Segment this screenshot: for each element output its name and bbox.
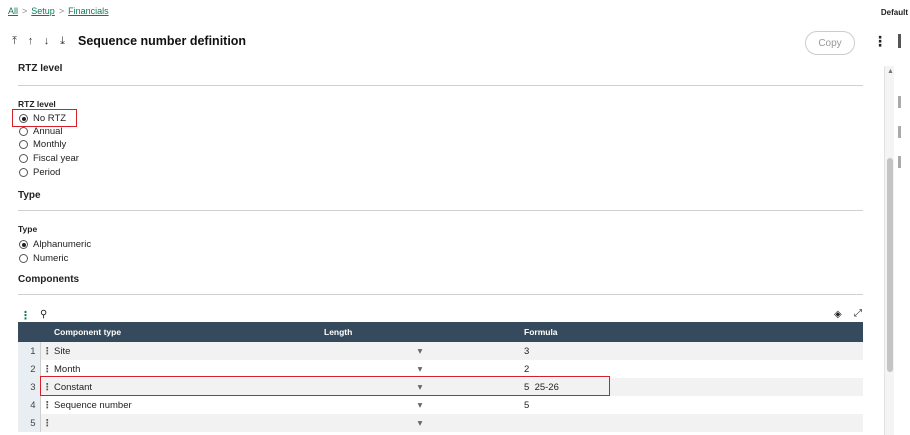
cell-component-type[interactable]: Sequence number [50,396,320,414]
title-bar: ⤒ ↑ ↓ ⤓ Sequence number definition [8,34,246,48]
cell-component-type[interactable] [50,414,320,432]
main-content: RTZ level RTZ level No RTZ Annual Monthl… [8,64,872,435]
radio-unselected-icon [19,154,28,163]
radio-alphanumeric[interactable]: Alphanumeric [19,239,91,250]
cell-component-type[interactable]: Site [50,342,320,360]
breadcrumb-separator: > [58,6,65,16]
previous-record-icon[interactable]: ↑ [24,35,37,47]
copy-button[interactable]: Copy [805,31,855,55]
breadcrumb-setup[interactable]: Setup [31,6,55,16]
search-icon[interactable]: ⚲ [40,309,47,320]
radio-label: Period [33,167,61,178]
divider [18,210,863,211]
expand-icon[interactable]: ⤢ [854,308,862,319]
radio-numeric[interactable]: Numeric [19,253,68,264]
divider [18,85,863,86]
header-length[interactable]: Length [320,322,520,342]
radio-unselected-icon [19,140,28,149]
default-label[interactable]: Default [881,8,908,17]
breadcrumb-financials[interactable]: Financials [68,6,109,16]
rtz-level-label: RTZ level [18,99,56,109]
cell-length-formula[interactable]: 3 [520,342,863,360]
table-row[interactable]: 4 ⋮ Sequence number ▾ 5 [18,396,863,414]
radio-label: Annual [33,126,63,137]
scroll-up-icon[interactable]: ▲ [887,68,894,75]
side-panel-mark [898,156,901,168]
radio-label: Alphanumeric [33,239,92,250]
radio-unselected-icon [19,254,28,263]
cell-length: 3 [524,345,530,357]
table-row[interactable]: 1 ⋮ Site ▾ 3 [18,342,863,360]
radio-unselected-icon [19,168,28,177]
side-panel-edge [898,34,901,48]
table-toolbar: ⋮ ⚲ ◈ ⤢ [18,308,863,322]
highlight-box-no-rtz [12,109,77,127]
table-actions-icon[interactable]: ⋮ [20,309,31,322]
last-record-icon[interactable]: ⤓ [56,35,69,48]
row-number: 5 [18,414,40,432]
radio-label: Numeric [33,253,69,264]
header-cell-handle [40,322,50,342]
divider [18,294,863,295]
row-actions-icon[interactable]: ⋮ [39,414,52,432]
section-title-type: Type [18,190,41,201]
header-component-type[interactable]: Component type [50,322,320,342]
page-title: Sequence number definition [78,34,247,48]
header-formula[interactable]: Formula [520,322,863,342]
radio-period[interactable]: Period [19,167,60,178]
table-row[interactable]: 5 ⋮ ▾ [18,414,863,432]
side-panel-mark [898,126,901,138]
cell-length: 2 [524,363,530,375]
row-number: 4 [18,396,40,414]
vertical-scrollbar[interactable]: ▲ [884,66,894,435]
cell-length-formula[interactable] [520,414,863,432]
dropdown-icon[interactable]: ▾ [320,342,520,360]
row-actions-icon[interactable]: ⋮ [39,342,52,360]
breadcrumb-separator: > [22,6,28,16]
section-title-rtz: RTZ level [18,64,63,74]
side-panel-mark [898,96,901,108]
dropdown-icon[interactable]: ▾ [320,396,520,414]
radio-label: Fiscal year [33,153,79,164]
radio-monthly[interactable]: Monthly [19,139,66,150]
radio-annual[interactable]: Annual [19,126,63,137]
more-actions-icon[interactable]: ⋮ [873,33,887,50]
row-actions-icon[interactable]: ⋮ [39,396,52,414]
row-number: 1 [18,342,40,360]
row-number: 3 [18,378,40,396]
radio-selected-icon [19,240,28,249]
dropdown-icon[interactable]: ▾ [320,414,520,432]
first-record-icon[interactable]: ⤒ [8,35,21,48]
header-cell-rownum [18,322,40,342]
row-number: 2 [18,360,40,378]
radio-fiscal-year[interactable]: Fiscal year [19,153,79,164]
scroll-thumb[interactable] [887,158,893,372]
layers-icon[interactable]: ◈ [834,309,842,320]
radio-label: Monthly [33,139,67,150]
type-label: Type [18,224,38,234]
breadcrumb-all[interactable]: All [8,6,18,16]
breadcrumb: All > Setup > Financials [8,6,109,16]
cell-length-formula[interactable]: 5 [520,396,863,414]
cell-length: 5 [524,399,530,411]
radio-unselected-icon [19,127,28,136]
next-record-icon[interactable]: ↓ [40,35,53,47]
highlight-box-constant-row [40,376,610,396]
table-header-row: Component type Length Formula [18,322,863,342]
section-title-components: Components [18,274,80,285]
